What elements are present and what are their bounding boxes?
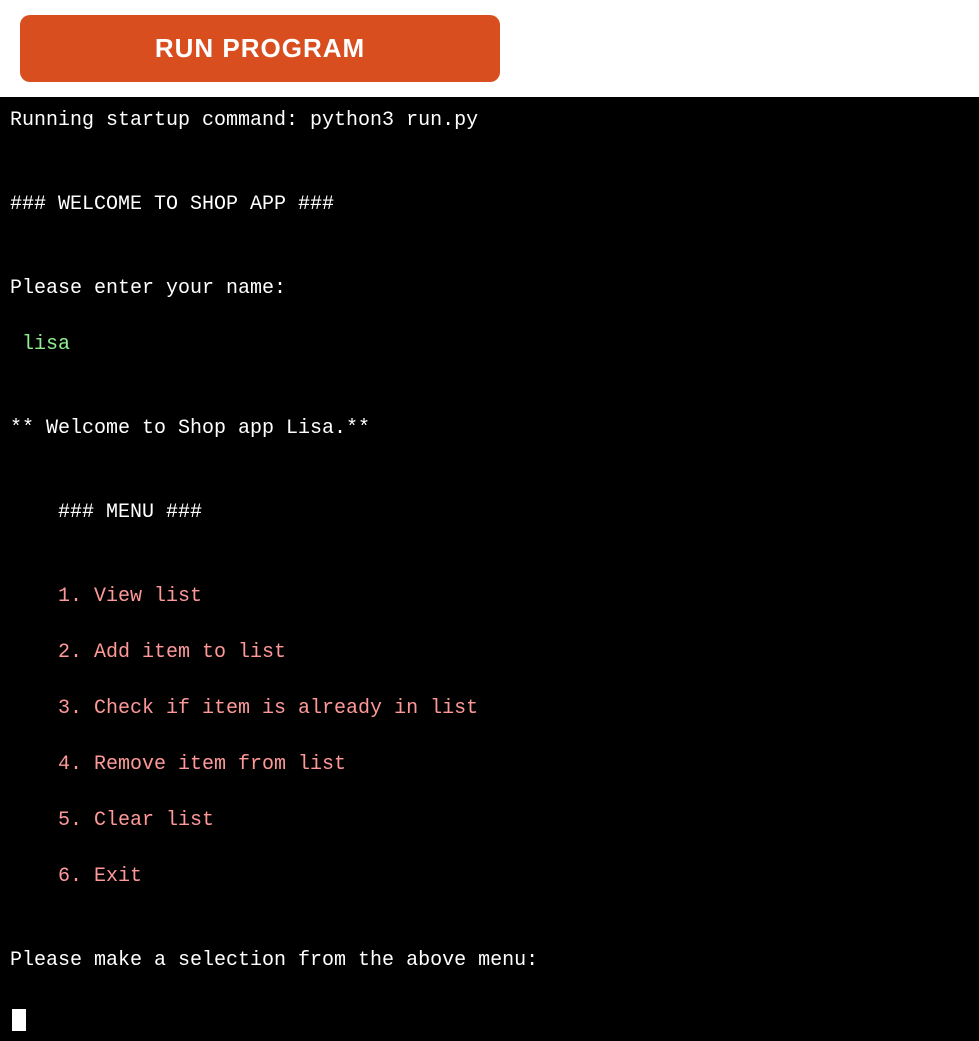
terminal-line: Please enter your name: [10, 275, 969, 303]
terminal-line: Please make a selection from the above m… [10, 947, 969, 975]
header: RUN PROGRAM [0, 0, 979, 97]
terminal-line: 4. Remove item from list [10, 751, 969, 779]
terminal-line: ### WELCOME TO SHOP APP ### [10, 191, 969, 219]
terminal-line: Running startup command: python3 run.py [10, 107, 969, 135]
terminal-line: 6. Exit [10, 863, 969, 891]
terminal-line: ** Welcome to Shop app Lisa.** [10, 415, 969, 443]
terminal-line: 1. View list [10, 583, 969, 611]
terminal-output: Running startup command: python3 run.py … [0, 97, 979, 1041]
terminal-line: 5. Clear list [10, 807, 969, 835]
terminal-line: lisa [10, 331, 969, 359]
terminal-line: 2. Add item to list [10, 639, 969, 667]
terminal-line: 3. Check if item is already in list [10, 695, 969, 723]
terminal-line: ### MENU ### [10, 499, 969, 527]
terminal-cursor [12, 1009, 26, 1031]
run-program-button[interactable]: RUN PROGRAM [20, 15, 500, 82]
